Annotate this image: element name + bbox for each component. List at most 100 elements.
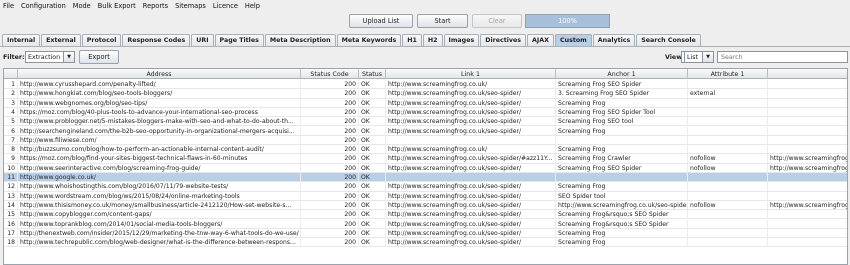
menu-file[interactable]: File: [3, 2, 14, 10]
cell-link-1: http://www.screamingfrog.co.uk/seo-spide…: [386, 210, 556, 220]
cell-row-number: 14: [4, 200, 18, 210]
table-row[interactable]: 18 http://www.techrepublic.com/blog/web-d…: [4, 238, 847, 248]
cell-status-code: 200: [301, 154, 359, 164]
tab-ajax[interactable]: AJAX: [527, 34, 554, 46]
table-row[interactable]: 2 http://www.hongkiat.com/blog/seo-tools-…: [4, 89, 847, 99]
cell-extra: [768, 192, 847, 201]
table-row[interactable]: 7 http://www.filiwiese.com/200 OK: [4, 135, 847, 146]
cell-status: OK: [359, 117, 386, 127]
tab-uri[interactable]: URI: [191, 34, 214, 46]
cell-anchor-1: http://www.screamingfrog.co.uk/seo-spide…: [558, 200, 688, 210]
cell-anchor-1: 3. Screaming Frog SEO Spider: [556, 89, 688, 99]
cell-link-1: [386, 135, 556, 145]
table-row[interactable]: 12 http://www.whoishostingthis.com/blog/2…: [4, 182, 847, 192]
search-input[interactable]: [721, 53, 847, 61]
cell-status-code: 200: [301, 163, 359, 173]
search-field[interactable]: [717, 51, 848, 63]
tab-response-codes[interactable]: Response Codes: [122, 34, 191, 46]
tab-page-titles[interactable]: Page Titles: [214, 34, 264, 46]
cell-extra: [768, 80, 847, 89]
cell-status: OK: [359, 200, 386, 210]
table-row[interactable]: 15 http://www.copyblogger.com/content-gap…: [4, 210, 847, 220]
menu-licence[interactable]: Licence: [213, 2, 238, 10]
table-row[interactable]: 4 https://moz.com/blog/40-plus-tools-to-a…: [4, 107, 847, 118]
cell-link-1: http://www.screamingfrog.co.uk/seo-spide…: [386, 182, 556, 192]
table-row[interactable]: 13 http://www.wordstream.com/blog/ws/2015…: [4, 191, 847, 201]
view-select[interactable]: List ▼: [684, 51, 714, 63]
start-button[interactable]: Start: [417, 14, 468, 28]
cell-extra: [768, 127, 847, 136]
header-status[interactable]: Status: [359, 69, 386, 79]
table-row[interactable]: 10 http://www.seerinteractive.com/blog/sc…: [4, 163, 847, 173]
tab-custom[interactable]: Custom: [554, 34, 592, 46]
cell-extra: [768, 220, 847, 229]
cell-status-code: 200: [301, 182, 359, 192]
tab-external[interactable]: External: [41, 34, 81, 46]
tab-h2[interactable]: H2: [422, 34, 443, 46]
cell-address: https://moz.com/blog/find-your-sites-big…: [18, 154, 301, 164]
export-button[interactable]: Export: [79, 50, 119, 64]
cell-anchor-1: SEO Spider tool: [556, 191, 688, 201]
cell-address: http://www.copyblogger.com/content-gaps/: [18, 210, 301, 220]
cell-attribute-1: [688, 210, 768, 220]
table-row[interactable]: 16 http://www.toprankblog.com/2014/01/soc…: [4, 219, 847, 229]
table-row[interactable]: 14 http://www.thisismoney.co.uk/money/sma…: [4, 200, 847, 211]
cell-attribute-1: [688, 191, 768, 201]
tab-meta-keywords[interactable]: Meta Keywords: [336, 34, 402, 46]
cell-row-number: 3: [4, 98, 18, 108]
tab-protocol[interactable]: Protocol: [81, 34, 122, 46]
cell-attribute-1: [688, 107, 768, 117]
menu-sitemaps[interactable]: Sitemaps: [175, 2, 206, 10]
upload-list-button[interactable]: Upload List: [349, 14, 413, 28]
table-row[interactable]: 8 http://buzzsumo.com/blog/how-to-perform…: [4, 145, 847, 155]
menu-reports[interactable]: Reports: [143, 2, 168, 10]
header-link-1[interactable]: Link 1: [386, 69, 556, 79]
cell-address: http://www.problogger.net/5-mistakes-blo…: [18, 117, 301, 127]
tab-analytics[interactable]: Analytics: [592, 34, 636, 46]
cell-row-number: 18: [4, 238, 18, 248]
cell-status: OK: [359, 80, 386, 89]
table-row[interactable]: 11 http://www.google.co.uk/200 OK: [4, 173, 847, 183]
cell-extra: [768, 108, 847, 117]
cell-address: https://moz.com/blog/40-plus-tools-to-ad…: [18, 107, 301, 117]
cell-extra: [768, 182, 847, 191]
tab-search-console[interactable]: Search Console: [636, 34, 701, 46]
menu-mode[interactable]: Mode: [73, 2, 91, 10]
header-row-number[interactable]: [4, 69, 18, 79]
cell-status: OK: [359, 107, 386, 117]
table-row[interactable]: 3 http://www.webgnomes.org/blog/seo-tips/…: [4, 98, 847, 108]
crawl-progress-bar: 100%: [525, 14, 610, 28]
table-row[interactable]: 9 https://moz.com/blog/find-your-sites-bi…: [4, 154, 847, 164]
cell-address: http://thenextweb.com/insider/2015/12/29…: [18, 228, 301, 238]
cell-status: OK: [359, 219, 386, 229]
menu-configuration[interactable]: Configuration: [21, 2, 66, 10]
tab-directives[interactable]: Directives: [480, 34, 527, 46]
cell-link-1: http://www.screamingfrog.co.uk/seo-spide…: [386, 117, 556, 127]
header-status-code[interactable]: Status Code: [301, 69, 359, 79]
header-attribute-1[interactable]: Attribute 1: [688, 69, 768, 79]
menu-help[interactable]: Help: [245, 2, 260, 10]
view-value: List: [687, 53, 699, 61]
filter-select[interactable]: Extraction ▼: [25, 51, 75, 63]
filter-label: Filter:: [3, 54, 25, 61]
header-extra-column[interactable]: [768, 69, 847, 79]
cell-anchor-1: Screaming Frog SEO Spider: [556, 80, 688, 89]
table-row[interactable]: 17 http://thenextweb.com/insider/2015/12/…: [4, 228, 847, 239]
tab-h1[interactable]: H1: [402, 34, 422, 46]
cell-anchor-1: Screaming Frog: [556, 145, 688, 155]
header-anchor-1[interactable]: Anchor 1: [556, 69, 688, 79]
menu-bulk-export[interactable]: Bulk Export: [98, 2, 136, 10]
cell-link-1: http://www.screamingfrog.co.uk/seo-spide…: [386, 98, 556, 108]
header-address[interactable]: Address: [18, 69, 301, 79]
tab-meta-description[interactable]: Meta Description: [264, 34, 336, 46]
table-row[interactable]: 1 http://www.cyrusshepard.com/penalty-lif…: [4, 80, 847, 90]
tab-divider: [0, 46, 850, 47]
filter-value: Extraction: [28, 53, 61, 61]
cell-status: OK: [359, 145, 386, 155]
table-row[interactable]: 6 http://searchengineland.com/the-b2b-seo…: [4, 126, 847, 136]
tab-images[interactable]: Images: [443, 34, 480, 46]
table-row[interactable]: 5 http://www.problogger.net/5-mistakes-bl…: [4, 117, 847, 127]
tab-internal[interactable]: Internal: [2, 34, 41, 46]
cell-status: OK: [359, 154, 386, 164]
cell-row-number: 5: [4, 117, 18, 127]
